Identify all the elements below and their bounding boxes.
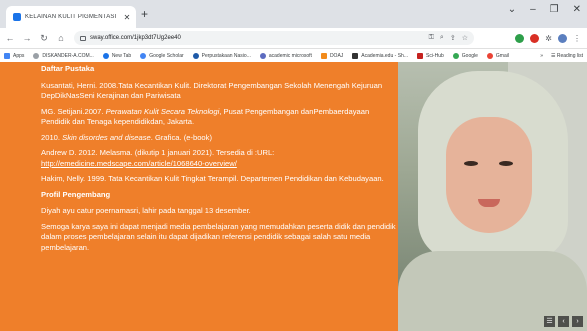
photo-left-eye [464,161,478,166]
star-icon[interactable]: ☆ [462,34,468,42]
bookmark-label: DISKANDER-A.COM... [42,52,94,59]
navigation-menu-icon[interactable]: ☰ [544,316,555,327]
bookmark-item[interactable]: academic microsoft [259,52,312,59]
bookmark-item[interactable]: Academia.edu - Sh... [352,52,408,59]
reference-3-publisher: . Grafica. (e-book) [150,132,212,142]
profile-avatar[interactable] [558,33,567,43]
apps-grid-icon [4,52,10,59]
reference-2: MG. Setijani.2007. Perawatan Kulit Secar… [41,107,396,128]
home-icon[interactable]: ⌂ [54,33,68,43]
reference-5: Hakim, Nelly. 1999. Tata Kecantikan Kuli… [41,174,384,183]
bookmark-item[interactable]: Google [452,52,478,59]
close-window-icon[interactable]: ✕ [573,4,581,15]
bookmark-label: DOAJ [329,52,344,59]
photo-right-eye [499,161,513,166]
forward-icon[interactable]: → [20,33,34,43]
key-icon[interactable]: ⚿ [429,34,434,42]
bookmark-label: Academia.edu - Sh... [361,52,408,59]
developer-photo: ☰ ‹ › [398,62,587,331]
bookmark-item[interactable]: Gmail [486,52,509,59]
bookmark-label: Google Scholar [149,52,184,59]
share-icon[interactable]: ⇪ [450,34,456,42]
reference-2-author: MG. Setijani.2007. [41,106,106,116]
extension-red-icon[interactable] [530,33,540,43]
tab-title: KELAINAN KULIT PIGMENTASI [25,14,117,20]
bookmark-label: Gmail [495,52,509,59]
bookmark-item[interactable]: DISKANDER-A.COM... [33,52,94,59]
minimize-icon[interactable]: – [530,4,536,15]
lock-icon [80,35,86,41]
bookmarks-overflow-icon[interactable]: » [540,53,543,59]
sway-content: Daftar Pustaka Kusantati, Herni. 2008.Ta… [0,62,587,331]
zoom-icon[interactable]: ⌕ [440,34,444,42]
gmail-icon [486,52,493,59]
tab-strip: KELAINAN KULIT PIGMENTASI ✕ + ⌄ – ❐ ✕ [0,0,587,28]
puzzle-icon[interactable]: ✲ [545,34,552,43]
bookmark-label: Google [461,52,478,59]
scihub-icon [416,52,423,59]
bookmark-item[interactable]: New Tab [102,52,132,59]
bookmark-label: academic microsoft [268,52,312,59]
chevron-down-icon[interactable]: ⌄ [508,4,516,15]
sway-favicon-icon [13,13,21,21]
next-icon[interactable]: › [572,316,583,327]
extensions: ✲ ⋮ [515,33,581,43]
reading-list-button[interactable]: ☰ Reading list [551,53,583,59]
close-tab-icon[interactable]: ✕ [122,13,132,22]
photo-face [446,117,532,233]
slide-controls: ☰ ‹ › [544,316,583,327]
browser-window: KELAINAN KULIT PIGMENTASI ✕ + ⌄ – ❐ ✕ ← … [0,0,587,63]
browser-toolbar: ← → ↻ ⌂ sway.office.com/1jkp3dt7Ug2ee40 … [0,28,587,49]
address-bar[interactable]: sway.office.com/1jkp3dt7Ug2ee40 ⚿ ⌕ ⇪ ☆ [74,31,474,45]
newtab-icon [102,52,109,59]
globe-icon [33,52,40,59]
url-text: sway.office.com/1jkp3dt7Ug2ee40 [90,35,181,41]
bookmark-apps[interactable]: Apps [4,52,25,59]
maximize-icon[interactable]: ❐ [550,4,559,15]
reference-2-title: Perawatan Kulit Secara Teknologi [105,106,220,116]
profile-heading: Profil Pengembang [41,189,111,199]
window-controls: ⌄ – ❐ ✕ [508,4,581,15]
profile-description: Semoga karya saya ini dapat menjadi medi… [41,221,396,252]
scholar-icon [140,52,147,59]
active-tab[interactable]: KELAINAN KULIT PIGMENTASI ✕ [6,6,136,28]
reference-1: Kusantati, Herni. 2008.Tata Kecantikan K… [41,80,383,101]
previous-icon[interactable]: ‹ [558,316,569,327]
bookmark-item[interactable]: Perpustakaan Nasio... [192,52,251,59]
bookmark-label: Apps [13,52,25,59]
bookmark-item[interactable]: DOAJ [320,52,344,59]
bookmark-label: Perpustakaan Nasio... [201,52,251,59]
microsoft-academic-icon [259,52,266,59]
reference-3: 2010. Skin disordes and disease. Grafica… [41,133,396,144]
doaj-icon [320,52,327,59]
reload-icon[interactable]: ↻ [37,33,51,44]
bookmarks-bar: Apps DISKANDER-A.COM... New Tab Google S… [0,49,587,63]
google-icon [452,52,459,59]
profile-birth: Diyah ayu catur poernamasri, lahir pada … [41,206,251,215]
bookmark-item[interactable]: Sci-Hub [416,52,444,59]
reading-list-label: Reading list [556,52,583,59]
extension-green-icon[interactable] [515,33,525,43]
reference-4-text: Andrew D. 2012. Melasma. (dikutip 1 janu… [41,148,275,157]
reference-4: Andrew D. 2012. Melasma. (dikutip 1 janu… [41,148,396,169]
new-tab-button[interactable]: + [141,7,148,21]
references-heading: Daftar Pustaka [41,64,95,73]
menu-dots-icon[interactable]: ⋮ [573,34,581,43]
reference-3-year: 2010. [41,132,63,142]
academia-icon [352,52,359,59]
bookmark-label: Sci-Hub [425,52,444,59]
text-column: Daftar Pustaka Kusantati, Herni. 2008.Ta… [41,64,396,258]
bookmark-label: New Tab [111,52,132,59]
bookmark-item[interactable]: Google Scholar [140,52,184,59]
reference-3-title: Skin disordes and disease [62,132,151,142]
back-icon[interactable]: ← [3,33,17,43]
library-icon [192,52,199,59]
reference-4-link[interactable]: http://emedicine.medscape.com/article/10… [41,159,237,168]
